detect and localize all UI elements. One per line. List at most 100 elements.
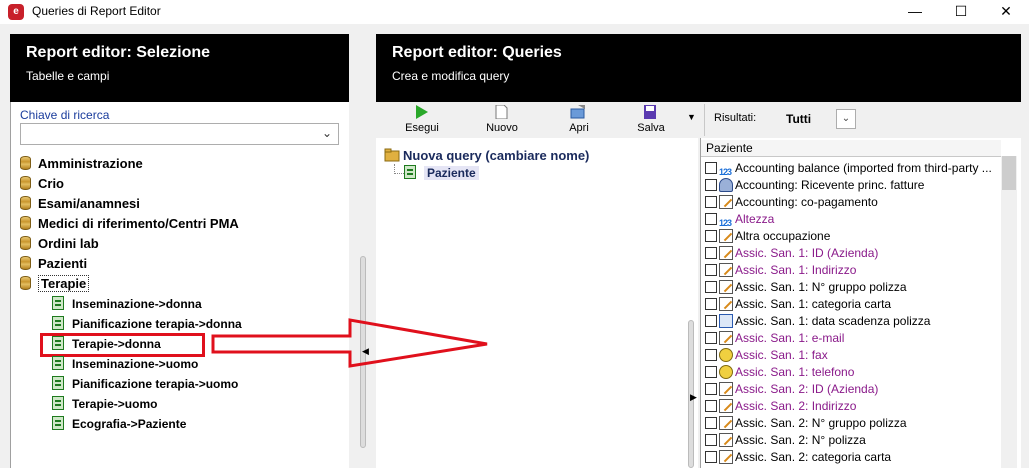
category-item[interactable]: Amministrazione — [20, 155, 143, 173]
subtable-item[interactable]: Terapie->donna — [52, 335, 161, 353]
query-root-label: Nuova query (cambiare nome) — [403, 148, 590, 163]
field-row[interactable]: Assic. San. 1: telefono — [705, 364, 854, 381]
category-item[interactable]: Esami/anamnesi — [20, 195, 140, 213]
field-checkbox[interactable] — [705, 366, 717, 378]
chevron-down-icon[interactable]: ⌄ — [322, 126, 332, 140]
field-row[interactable]: 123 Accounting balance (imported from thi… — [705, 160, 992, 177]
field-row[interactable]: 123 Altezza — [705, 211, 774, 228]
subtable-label: Terapie->uomo — [72, 397, 158, 411]
play-icon — [416, 105, 428, 119]
results-label: Risultati: — [714, 112, 757, 124]
save-button[interactable]: Salva — [621, 102, 681, 138]
field-checkbox[interactable] — [705, 213, 717, 225]
new-document-icon — [495, 105, 508, 119]
execute-button[interactable]: Esegui — [392, 102, 452, 138]
expand-right-icon[interactable]: ▶ — [690, 392, 697, 403]
query-root-node[interactable]: Nuova query (cambiare nome) — [384, 148, 589, 163]
phone-icon — [719, 365, 733, 379]
subtable-item[interactable]: Terapie->uomo — [52, 395, 157, 413]
field-checkbox[interactable] — [705, 332, 717, 344]
subtable-item[interactable]: Ecografia->Paziente — [52, 415, 186, 433]
database-icon — [20, 196, 31, 210]
field-checkbox[interactable] — [705, 162, 717, 174]
subtable-item[interactable]: Inseminazione->donna — [52, 295, 202, 313]
search-combobox[interactable]: ⌄ — [20, 123, 339, 145]
field-row[interactable]: Assic. San. 2: N° gruppo polizza — [705, 415, 907, 432]
database-icon — [20, 216, 31, 230]
field-row[interactable]: Accounting: Ricevente princ. fatture — [705, 177, 924, 194]
field-checkbox[interactable] — [705, 281, 717, 293]
results-dropdown-button[interactable]: ⌄ — [836, 109, 856, 129]
table-icon — [52, 336, 64, 350]
field-row[interactable]: Assic. San. 2: categoria carta — [705, 449, 891, 466]
field-row[interactable]: Assic. San. 1: fax — [705, 347, 828, 364]
field-row[interactable]: Accounting: co-pagamento — [705, 194, 878, 211]
results-value[interactable]: Tutti — [786, 112, 811, 126]
maximize-button[interactable]: ☐ — [938, 0, 984, 24]
category-item[interactable]: Ordini lab — [20, 235, 99, 253]
field-label: Accounting: co-pagamento — [735, 195, 878, 209]
category-item[interactable]: Pazienti — [20, 255, 87, 273]
field-row[interactable]: Assic. San. 1: data scadenza polizza — [705, 313, 930, 330]
save-dropdown-icon[interactable]: ▼ — [687, 112, 696, 122]
subtable-item[interactable]: Inseminazione->uomo — [52, 355, 198, 373]
field-checkbox[interactable] — [705, 349, 717, 361]
field-row[interactable]: Assic. San. 1: N° gruppo polizza — [705, 279, 907, 296]
category-item[interactable]: Terapie — [20, 275, 90, 293]
category-label: Amministrazione — [38, 156, 143, 171]
category-label: Medici di riferimento/Centri PMA — [38, 216, 239, 231]
field-checkbox[interactable] — [705, 383, 717, 395]
text-icon — [719, 331, 733, 345]
category-label: Terapie — [38, 275, 90, 292]
field-label: Assic. San. 2: categoria carta — [735, 450, 892, 464]
subtable-item[interactable]: Pianificazione terapia->uomo — [52, 375, 238, 393]
close-button[interactable]: ✕ — [983, 0, 1029, 24]
table-icon — [404, 165, 416, 179]
field-checkbox[interactable] — [705, 298, 717, 310]
field-label: Assic. San. 2: N° gruppo polizza — [735, 416, 907, 430]
field-row[interactable]: Assic. San. 1: ID (Azienda) — [705, 245, 878, 262]
field-checkbox[interactable] — [705, 179, 717, 191]
field-checkbox[interactable] — [705, 230, 717, 242]
field-label: Assic. San. 1: Indirizzo — [735, 263, 857, 277]
save-disk-icon — [644, 105, 656, 119]
query-child-node[interactable]: Paziente — [404, 165, 479, 180]
category-item[interactable]: Crio — [20, 175, 64, 193]
minimize-button[interactable]: — — [892, 0, 938, 24]
field-checkbox[interactable] — [705, 434, 717, 446]
subtable-label: Inseminazione->uomo — [72, 357, 199, 371]
execute-label: Esegui — [405, 122, 439, 134]
field-checkbox[interactable] — [705, 400, 717, 412]
report-editor-window: e Queries di Report Editor — ☐ ✕ Report … — [0, 0, 1029, 468]
text-icon — [719, 297, 733, 311]
field-checkbox[interactable] — [705, 315, 717, 327]
field-checkbox[interactable] — [705, 264, 717, 276]
subtable-item[interactable]: Pianificazione terapia->donna — [52, 315, 242, 333]
open-label: Apri — [569, 122, 589, 134]
field-list-scrollbar[interactable] — [1001, 156, 1017, 468]
field-label: Assic. San. 1: categoria carta — [735, 297, 892, 311]
open-folder-icon — [570, 105, 585, 119]
field-row[interactable]: Altra occupazione — [705, 228, 830, 245]
field-checkbox[interactable] — [705, 417, 717, 429]
field-label: Accounting: Ricevente princ. fatture — [735, 178, 925, 192]
text-icon — [719, 416, 733, 430]
field-row[interactable]: Assic. San. 1: categoria carta — [705, 296, 891, 313]
table-icon — [52, 416, 64, 430]
field-row[interactable]: Assic. San. 2: N° polizza — [705, 432, 866, 449]
open-button[interactable]: Apri — [549, 102, 609, 138]
category-item[interactable]: Medici di riferimento/Centri PMA — [20, 215, 239, 233]
save-label: Salva — [637, 122, 665, 134]
field-row[interactable]: Assic. San. 1: Indirizzo — [705, 262, 856, 279]
database-icon — [20, 236, 31, 250]
field-list-scroll-thumb[interactable] — [1002, 156, 1016, 190]
field-checkbox[interactable] — [705, 451, 717, 463]
field-checkbox[interactable] — [705, 196, 717, 208]
field-row[interactable]: Assic. San. 2: Indirizzo — [705, 398, 856, 415]
field-row[interactable]: Assic. San. 1: e-mail — [705, 330, 844, 347]
user-icon — [719, 178, 733, 192]
field-checkbox[interactable] — [705, 247, 717, 259]
category-label: Esami/anamnesi — [38, 196, 140, 211]
new-button[interactable]: Nuovo — [472, 102, 532, 138]
field-row[interactable]: Assic. San. 2: ID (Azienda) — [705, 381, 878, 398]
